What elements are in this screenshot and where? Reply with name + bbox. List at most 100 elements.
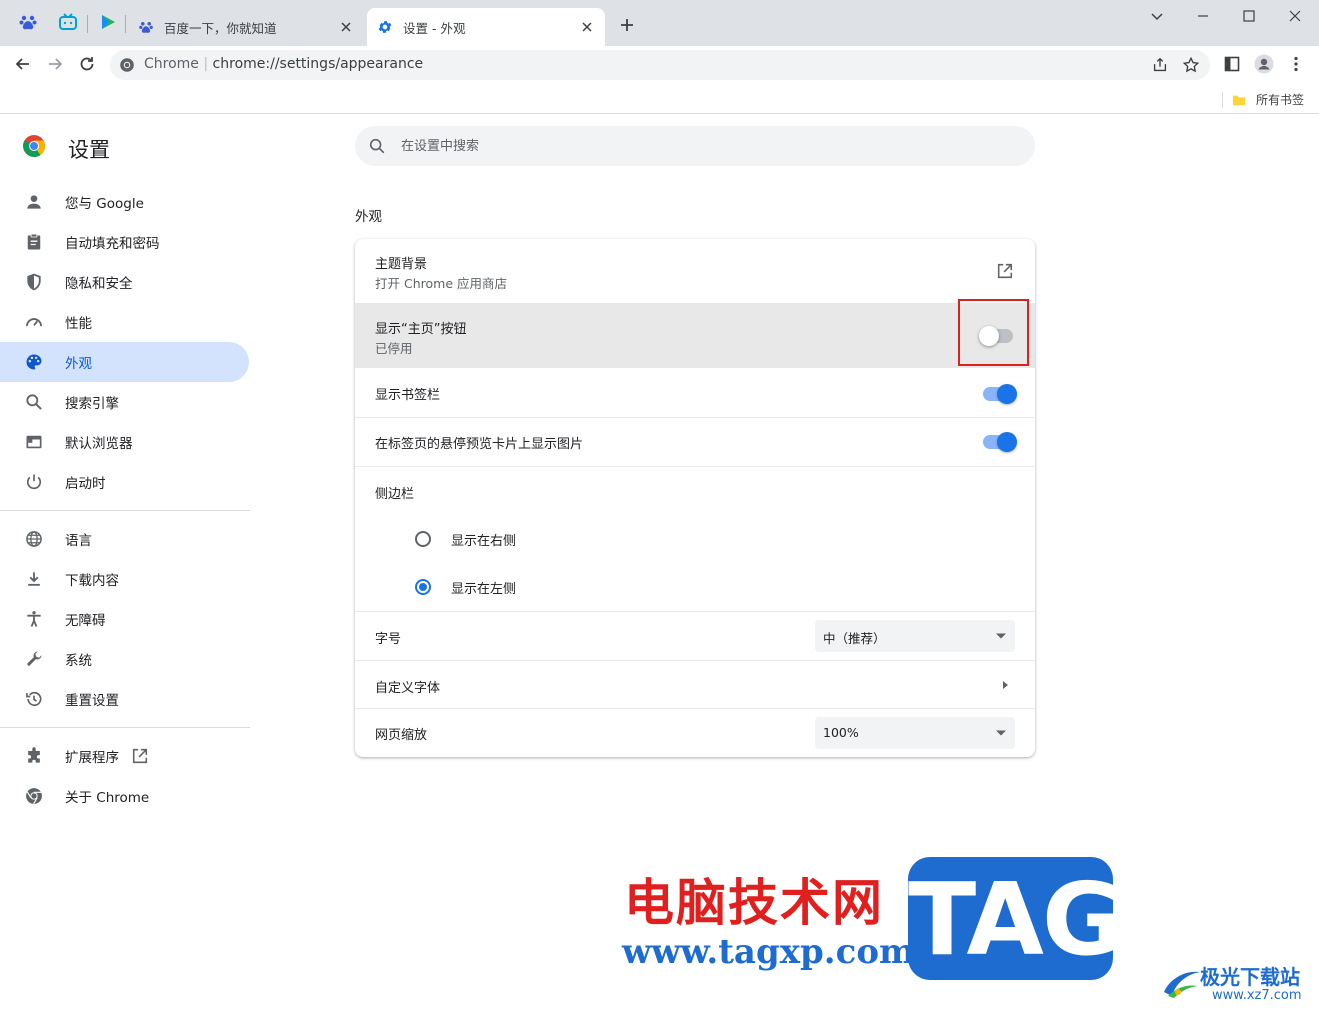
reload-button[interactable] [77, 54, 97, 74]
chevron-down-icon [1151, 13, 1163, 21]
search-input[interactable] [401, 136, 1001, 156]
more-vert-icon [1294, 56, 1298, 72]
nav-label: 隐私和安全 [65, 276, 133, 292]
nav-label: 关于 Chrome [65, 790, 150, 806]
font-size-row: 字号 中（推荐） [355, 612, 1035, 660]
side-panel-left-label[interactable]: 显示在左侧 [451, 578, 516, 597]
tab-title: 设置 - 外观 [403, 20, 466, 36]
side-panel-section: 侧边栏 显示在右侧 显示在左侧 [355, 467, 1035, 611]
side-panel-button[interactable] [1222, 54, 1242, 74]
share-icon[interactable] [1151, 56, 1169, 74]
maximize-icon [1243, 10, 1255, 22]
nav-item-system[interactable]: 系统 [0, 639, 249, 679]
site-chip: Chrome [144, 56, 199, 72]
bookmarks-bar-toggle[interactable] [983, 384, 1017, 404]
person-icon [27, 195, 41, 209]
font-size-select[interactable]: 中（推荐） [815, 620, 1015, 652]
settings-search[interactable] [355, 126, 1035, 166]
nav-item-search-engine[interactable]: 搜索引擎 [0, 382, 249, 422]
back-button[interactable] [13, 54, 33, 74]
bilibili-icon [59, 13, 77, 30]
close-window-button[interactable] [1285, 6, 1305, 26]
star-icon[interactable] [1182, 56, 1200, 74]
side-panel-icon [1224, 56, 1240, 72]
pinned-tab-bilibili[interactable] [58, 12, 78, 32]
custom-fonts-title: 自定义字体 [375, 681, 441, 696]
profile-button[interactable] [1254, 54, 1274, 74]
menu-button[interactable] [1286, 54, 1306, 74]
plus-icon [621, 19, 633, 31]
watermark-tag-logo: TAG [908, 857, 1124, 980]
tab-settings-appearance[interactable]: 设置 - 外观 [367, 8, 605, 46]
pinned-tab-video[interactable] [98, 12, 118, 32]
nav-item-on-startup[interactable]: 启动时 [0, 462, 249, 502]
nav-item-about-chrome[interactable]: 关于 Chrome [0, 776, 249, 816]
nav-label: 语言 [65, 533, 92, 549]
tab-strip: 百度一下，你就知道 设置 - 外观 [0, 0, 1319, 46]
tab-title: 百度一下，你就知道 [164, 20, 277, 36]
nav-item-appearance[interactable]: 外观 [0, 342, 249, 382]
search-icon [26, 394, 42, 410]
minimize-icon [1198, 15, 1208, 17]
bookmarks-bar: 所有书签 [0, 84, 1319, 114]
bookmarks-bar-row[interactable]: 显示书签栏 [355, 368, 1035, 417]
globe-icon [26, 531, 42, 547]
nav-label: 启动时 [65, 476, 106, 492]
speedometer-icon [26, 318, 42, 327]
nav-item-downloads[interactable]: 下载内容 [0, 559, 249, 599]
page-zoom-select[interactable]: 100% [815, 717, 1015, 749]
wrench-icon [26, 651, 42, 667]
side-panel-title: 侧边栏 [375, 487, 415, 502]
new-tab-button[interactable] [617, 15, 637, 35]
open-in-new-icon[interactable] [996, 262, 1014, 280]
side-panel-right-label[interactable]: 显示在右侧 [451, 530, 516, 549]
dropdown-arrow-icon [996, 633, 1006, 639]
custom-fonts-row[interactable]: 自定义字体 [355, 661, 1035, 709]
watermark-url: www.tagxp.com [622, 932, 915, 972]
tab-baidu[interactable]: 百度一下，你就知道 [128, 8, 364, 46]
baidu-paw-icon [19, 15, 37, 30]
baidu-paw-icon [139, 22, 153, 33]
nav-label: 搜索引擎 [65, 396, 119, 412]
close-icon[interactable] [338, 19, 354, 35]
nav-item-you-and-google[interactable]: 您与 Google [0, 182, 249, 222]
accessibility-icon [27, 611, 41, 627]
home-button-row[interactable]: 显示“主页”按钮 已停用 [355, 303, 1035, 368]
nav-item-accessibility[interactable]: 无障碍 [0, 599, 249, 639]
maximize-button[interactable] [1239, 6, 1259, 26]
hover-preview-row[interactable]: 在标签页的悬停预览卡片上显示图片 [355, 418, 1035, 466]
annotation-highlight-box [958, 299, 1029, 366]
address-bar[interactable]: Chrome | chrome://settings/appearance [110, 50, 1210, 80]
shield-icon [27, 273, 41, 291]
home-button-status: 已停用 [375, 341, 413, 356]
tab-search-button[interactable] [1147, 6, 1167, 26]
aurora-logo-icon [1164, 971, 1200, 998]
nav-item-privacy[interactable]: 隐私和安全 [0, 262, 249, 302]
nav-label: 您与 Google [65, 196, 144, 212]
pinned-tab-baidu[interactable] [18, 12, 38, 32]
side-panel-left-radio[interactable] [415, 579, 431, 595]
nav-item-reset[interactable]: 重置设置 [0, 679, 249, 719]
nav-item-languages[interactable]: 语言 [0, 519, 249, 559]
puzzle-icon [28, 747, 40, 763]
url-text: chrome://settings/appearance [212, 56, 424, 72]
watermark-tag-text: TAG [908, 861, 1124, 978]
power-icon [26, 474, 42, 490]
theme-row[interactable]: 主题背景 打开 Chrome 应用商店 [355, 239, 1035, 303]
download-icon [28, 572, 40, 586]
all-bookmarks-button[interactable]: 所有书签 [1232, 91, 1304, 108]
search-icon [369, 138, 385, 154]
page-zoom-row: 网页缩放 100% [355, 709, 1035, 757]
folder-icon [1232, 95, 1246, 105]
watermark-logo-name: 极光下载站 [1200, 965, 1300, 989]
hover-preview-toggle[interactable] [983, 432, 1017, 452]
nav-item-extensions[interactable]: 扩展程序 [0, 736, 249, 776]
nav-item-default-browser[interactable]: 默认浏览器 [0, 422, 249, 462]
minimize-button[interactable] [1193, 6, 1213, 26]
close-icon[interactable] [579, 19, 595, 35]
font-size-value: 中（推荐） [823, 631, 886, 646]
side-panel-right-radio[interactable] [415, 531, 431, 547]
nav-item-performance[interactable]: 性能 [0, 302, 249, 342]
forward-button[interactable] [45, 54, 65, 74]
nav-item-autofill[interactable]: 自动填充和密码 [0, 222, 249, 262]
